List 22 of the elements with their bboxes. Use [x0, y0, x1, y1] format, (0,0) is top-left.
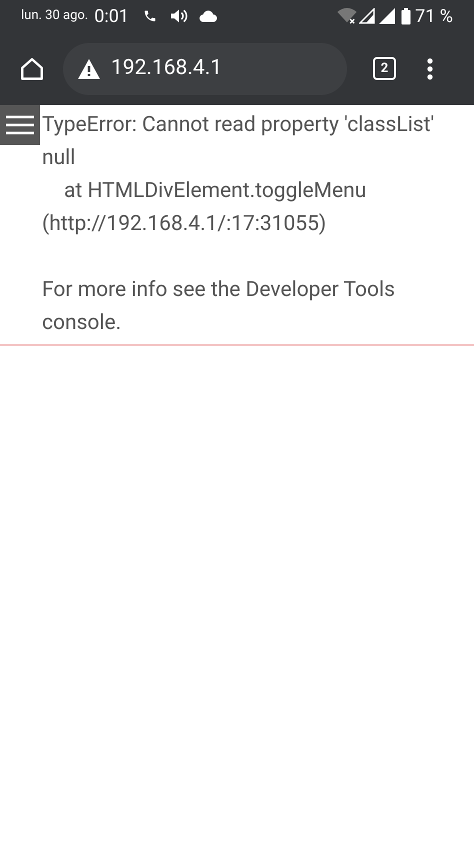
- phone-icon: [142, 9, 157, 23]
- warning-icon: [77, 58, 101, 80]
- error-line: TypeError: Cannot read property 'classList': [42, 112, 434, 139]
- error-note: For more info see the Developer Tools console.: [42, 277, 396, 337]
- signal-icon: [359, 8, 376, 24]
- signal-icon: [379, 8, 396, 24]
- cloud-icon: [198, 10, 217, 22]
- tab-count-button[interactable]: 2: [373, 57, 396, 80]
- menu-icon: [6, 115, 34, 135]
- wifi-off-icon: [337, 8, 358, 24]
- error-line: null: [42, 145, 76, 172]
- status-date: lun. 30 ago.: [21, 7, 88, 26]
- more-icon[interactable]: [427, 58, 433, 80]
- speaker-icon: [168, 8, 189, 24]
- battery-icon: [401, 8, 412, 24]
- error-line: at HTMLDivElement.toggleMenu: [63, 178, 366, 205]
- battery-percent: 71 %: [415, 4, 453, 28]
- url-text: 192.168.4.1: [111, 54, 222, 82]
- menu-button[interactable]: [0, 105, 40, 145]
- status-time: 0:01: [94, 4, 129, 28]
- address-bar[interactable]: 192.168.4.1: [63, 42, 347, 94]
- error-line: (http://192.168.4.1/:17:31055): [42, 211, 326, 238]
